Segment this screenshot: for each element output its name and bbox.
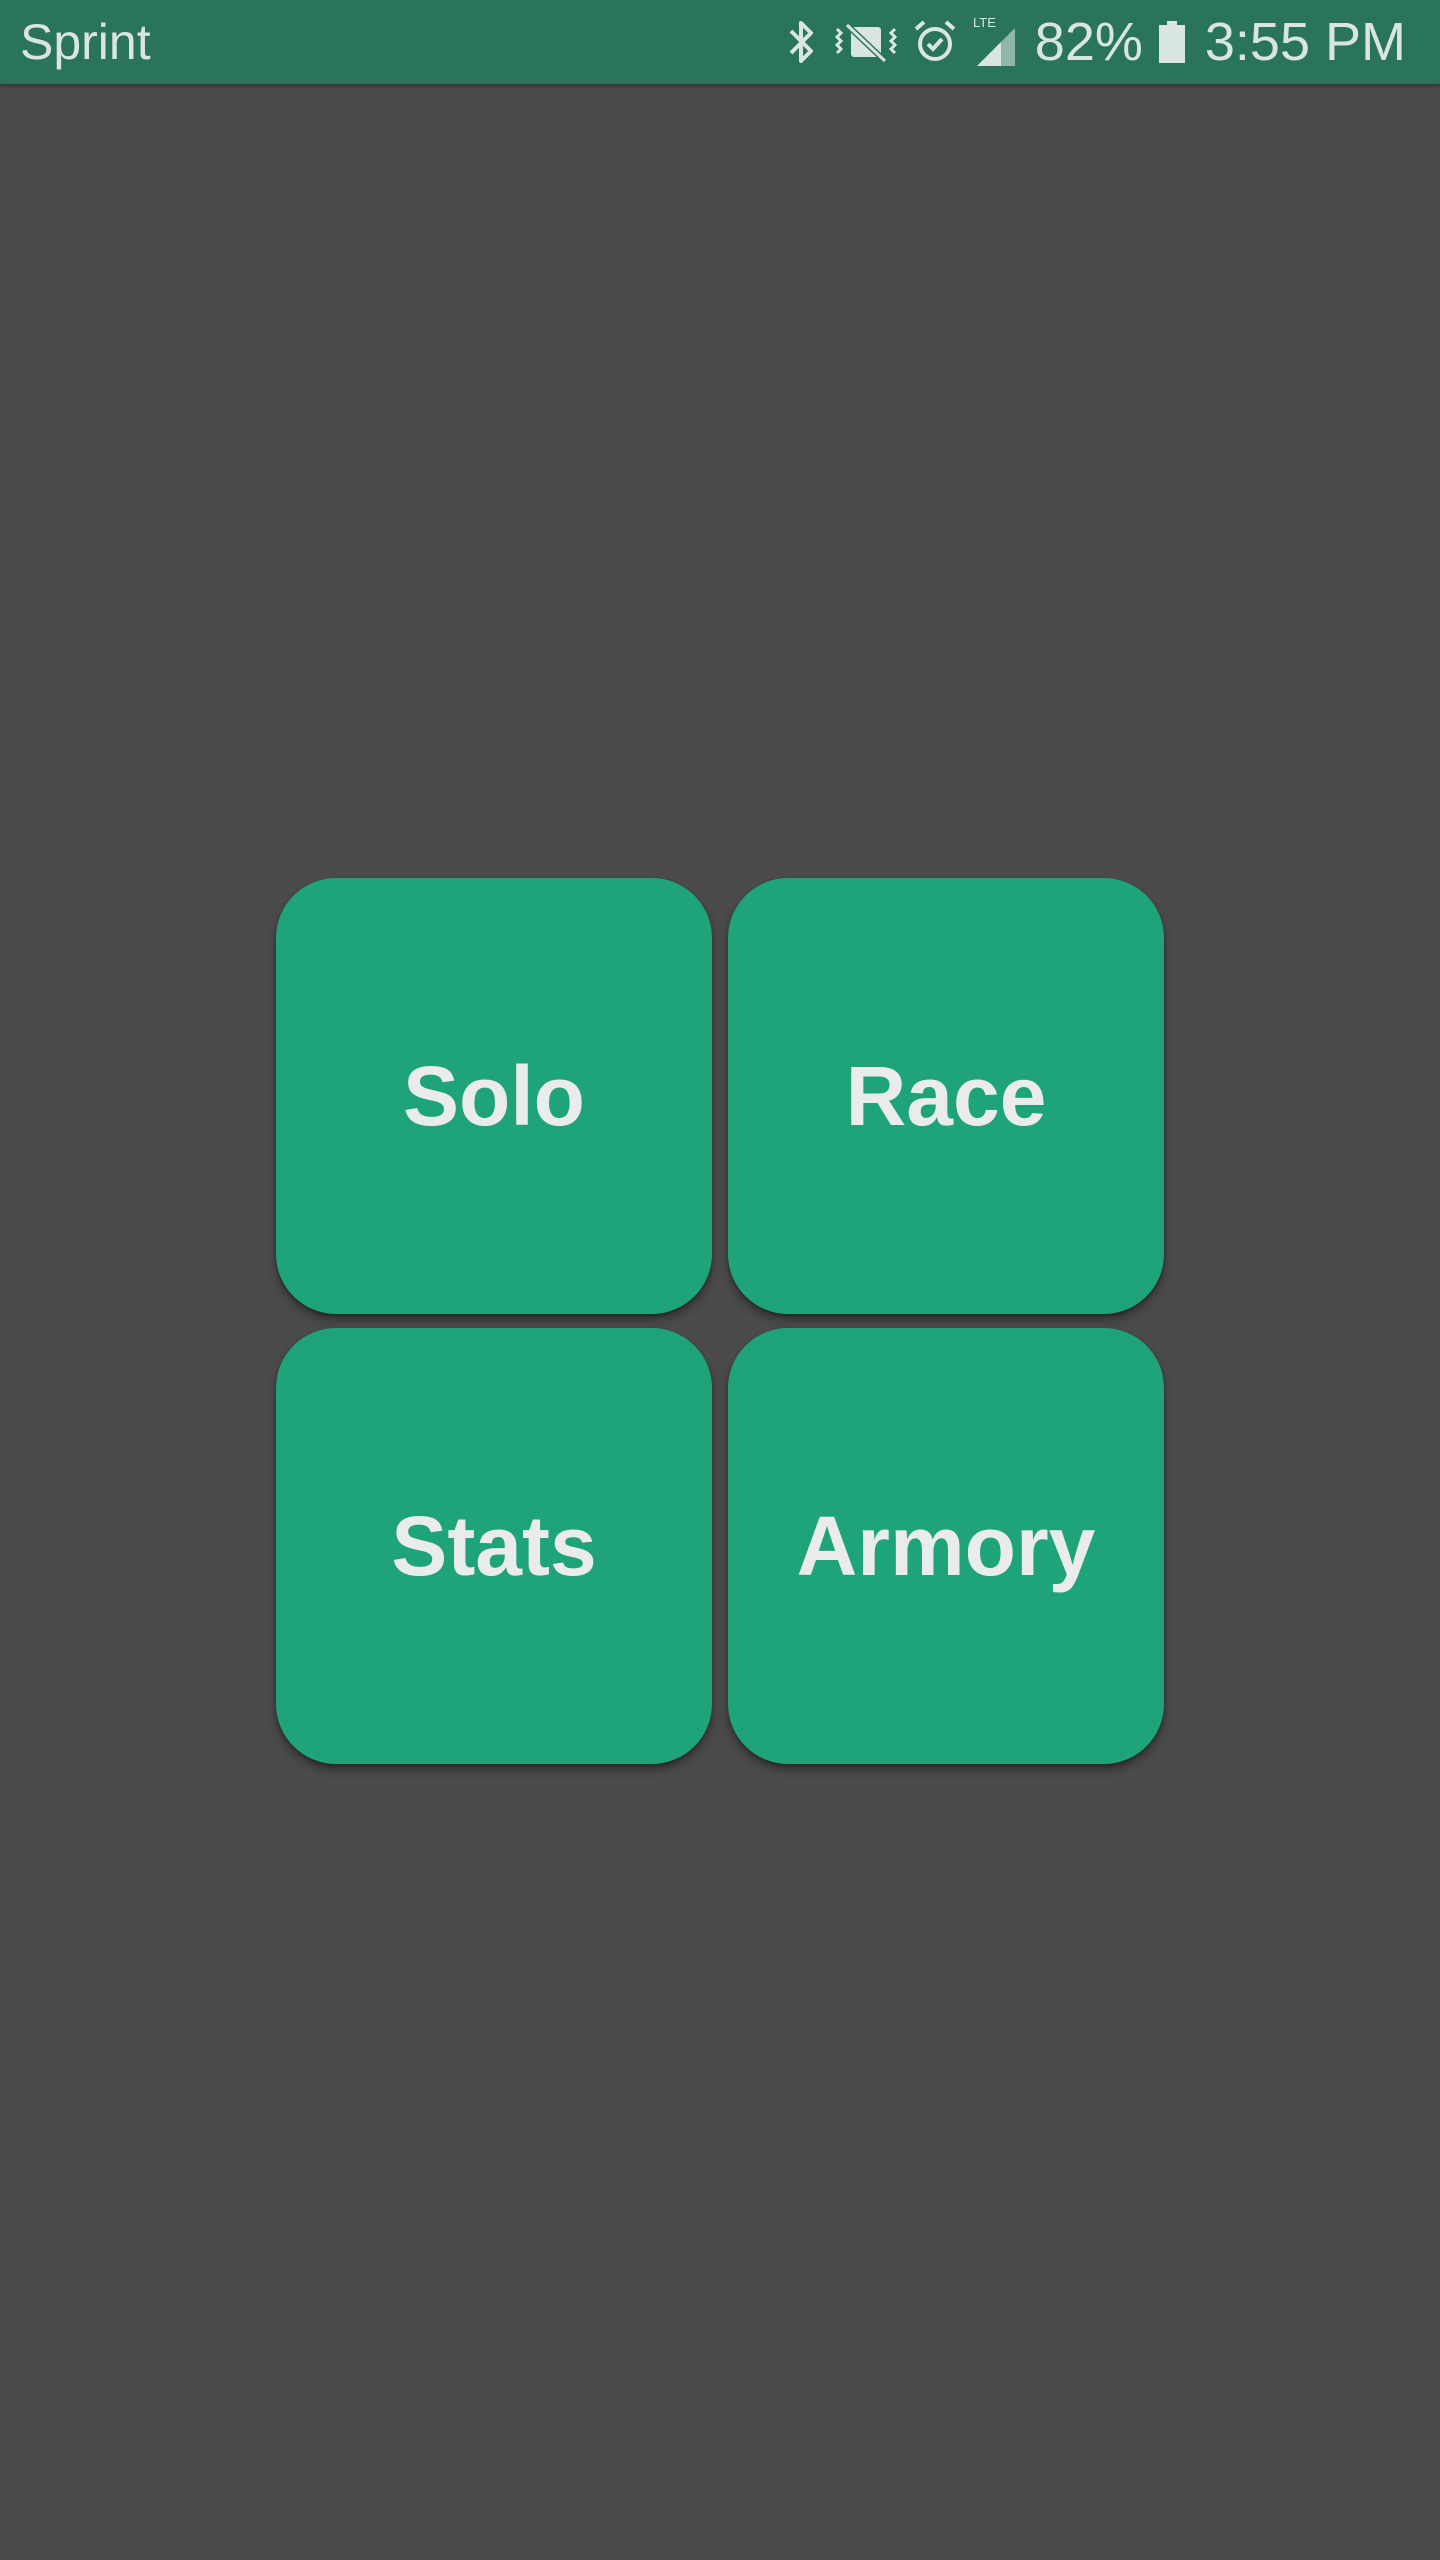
network-type-label: LTE bbox=[973, 15, 996, 30]
carrier-label: Sprint bbox=[20, 14, 151, 70]
vibrate-icon bbox=[833, 17, 899, 67]
battery-percent: 82% bbox=[1034, 12, 1143, 72]
battery-icon bbox=[1157, 17, 1187, 67]
alarm-icon bbox=[913, 17, 957, 67]
solo-button[interactable]: Solo bbox=[276, 878, 712, 1314]
status-bar: Sprint LTE 82% 3:55 PM bbox=[0, 0, 1440, 84]
lte-signal-icon: LTE bbox=[971, 14, 1021, 70]
status-icons: LTE 82% 3:55 PM bbox=[785, 0, 1406, 84]
armory-button[interactable]: Armory bbox=[728, 1328, 1164, 1764]
main-menu-grid: Solo Race Stats Armory bbox=[276, 878, 1164, 1766]
race-button[interactable]: Race bbox=[728, 878, 1164, 1314]
bluetooth-icon bbox=[785, 17, 819, 67]
stats-button[interactable]: Stats bbox=[276, 1328, 712, 1764]
clock: 3:55 PM bbox=[1204, 12, 1406, 72]
